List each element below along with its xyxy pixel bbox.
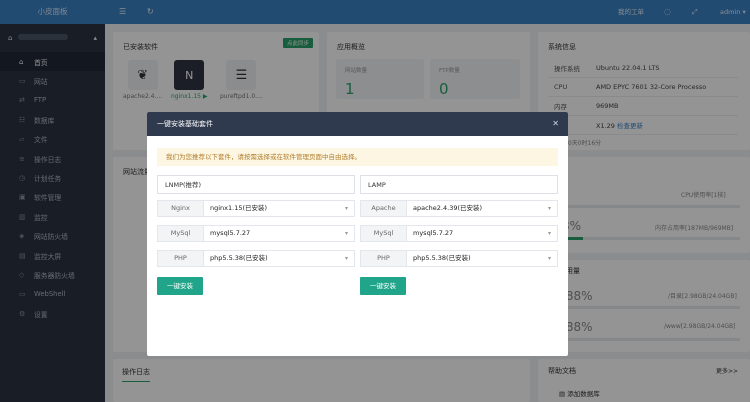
modal-title: 一键安装基础套件 bbox=[157, 120, 213, 128]
version-select[interactable]: php5.5.38(已安装) ▾ bbox=[204, 250, 355, 267]
selected-version: php5.5.38(已安装) bbox=[413, 254, 471, 262]
selected-version: mysql5.7.27 bbox=[413, 229, 454, 237]
lamp-row: Apache apache2.4.39(已安装) ▾ bbox=[360, 200, 558, 217]
selected-version: mysql5.7.27 bbox=[210, 229, 251, 237]
chevron-down-icon: ▾ bbox=[344, 255, 348, 262]
component-label: MySql bbox=[360, 225, 407, 242]
version-select[interactable]: nginx1.15(已安装) ▾ bbox=[204, 200, 355, 217]
install-lnmp-button[interactable]: 一键安装 bbox=[157, 277, 203, 295]
chevron-down-icon: ▾ bbox=[547, 230, 551, 237]
lnmp-row: Nginx nginx1.15(已安装) ▾ bbox=[157, 200, 355, 217]
chevron-down-icon: ▾ bbox=[547, 205, 551, 212]
version-select[interactable]: mysql5.7.27 ▾ bbox=[204, 225, 355, 242]
modal-header: 一键安装基础套件 ✕ bbox=[147, 112, 568, 136]
chevron-down-icon: ▾ bbox=[344, 205, 348, 212]
component-label: Apache bbox=[360, 200, 407, 217]
lnmp-title: LNMP(推荐) bbox=[157, 175, 355, 194]
lamp-row: MySql mysql5.7.27 ▾ bbox=[360, 225, 558, 242]
lamp-row: PHP php5.5.38(已安装) ▾ bbox=[360, 250, 558, 267]
component-label: MySql bbox=[157, 225, 204, 242]
component-label: PHP bbox=[157, 250, 204, 267]
lamp-title: LAMP bbox=[360, 175, 558, 194]
selected-version: nginx1.15(已安装) bbox=[210, 204, 268, 212]
lnmp-row: PHP php5.5.38(已安装) ▾ bbox=[157, 250, 355, 267]
selected-version: php5.5.38(已安装) bbox=[210, 254, 268, 262]
chevron-down-icon: ▾ bbox=[344, 230, 348, 237]
close-icon[interactable]: ✕ bbox=[552, 112, 559, 136]
version-select[interactable]: php5.5.38(已安装) ▾ bbox=[407, 250, 558, 267]
component-label: PHP bbox=[360, 250, 407, 267]
component-label: Nginx bbox=[157, 200, 204, 217]
chevron-down-icon: ▾ bbox=[547, 255, 551, 262]
version-select[interactable]: apache2.4.39(已安装) ▾ bbox=[407, 200, 558, 217]
selected-version: apache2.4.39(已安装) bbox=[413, 204, 483, 212]
recommend-notice: 我们为您推荐以下套件，请按需选择或在软件管理页面中自由选择。 bbox=[157, 148, 558, 166]
install-lamp-button[interactable]: 一键安装 bbox=[360, 277, 406, 295]
version-select[interactable]: mysql5.7.27 ▾ bbox=[407, 225, 558, 242]
lnmp-row: MySql mysql5.7.27 ▾ bbox=[157, 225, 355, 242]
install-suite-modal: 一键安装基础套件 ✕ 我们为您推荐以下套件，请按需选择或在软件管理页面中自由选择… bbox=[147, 112, 568, 356]
